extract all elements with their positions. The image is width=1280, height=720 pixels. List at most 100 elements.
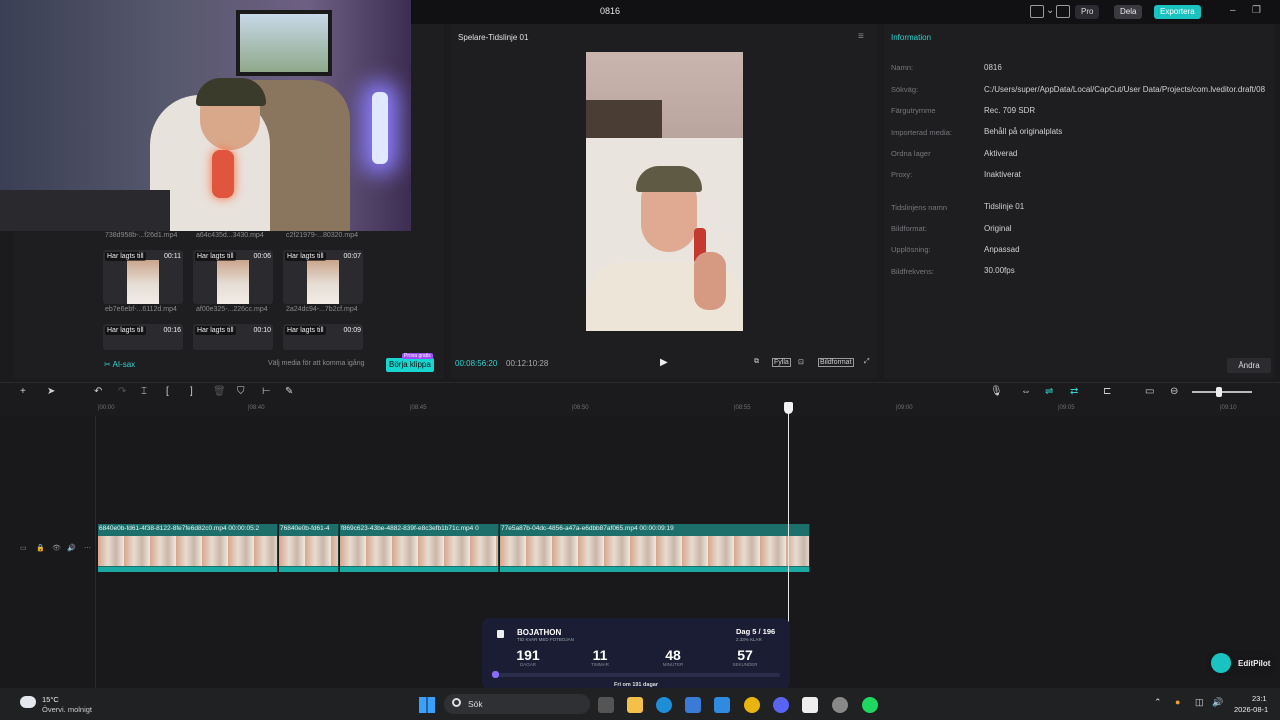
chrome-icon[interactable] xyxy=(744,697,760,713)
start-editing-button[interactable]: Börja klippa xyxy=(386,358,434,372)
preview-axis-icon[interactable]: ⊏ xyxy=(1103,386,1111,397)
mail-icon[interactable] xyxy=(714,697,730,713)
menu-icon[interactable]: ≡ xyxy=(858,31,864,42)
editpilot-label[interactable]: EditPilot xyxy=(1238,659,1270,668)
trim-right-icon[interactable]: ] xyxy=(190,386,193,397)
webcam-overlay xyxy=(0,0,411,231)
media-thumb[interactable]: Har lagts till 00:16 xyxy=(103,324,183,350)
hours-label: TIMMAR xyxy=(591,662,609,667)
cover-icon[interactable]: ▭ xyxy=(20,544,27,552)
shortcuts-icon[interactable] xyxy=(1056,5,1070,18)
info-value: 30.00fps xyxy=(984,266,1015,275)
zoom-slider-handle[interactable] xyxy=(1216,387,1222,397)
spotify-icon[interactable] xyxy=(862,697,878,713)
taskbar-search[interactable] xyxy=(444,694,590,714)
media-thumb[interactable]: Har lagts till 00:09 xyxy=(283,324,363,350)
task-view-icon[interactable] xyxy=(598,697,614,713)
temperature[interactable]: 15°C xyxy=(42,695,59,704)
zoom-slider[interactable] xyxy=(1192,391,1252,393)
search-icon xyxy=(452,698,461,707)
media-thumb[interactable]: Har lagts till 00:11 xyxy=(103,250,183,304)
day-counter: Dag 5 / 196 xyxy=(736,627,776,636)
more-icon[interactable]: ⋯ xyxy=(84,544,91,552)
info-value: Behåll på originalplats xyxy=(984,127,1063,136)
video-clip[interactable]: 6840e0b-fd61-4f38-8122-8fe7fe6d82c0.mp4 … xyxy=(98,524,278,572)
video-clip[interactable]: 77e5a87b-04dc-4856-a47a-e6dbb87af065.mp4… xyxy=(500,524,810,572)
ruler-tick: |09:00 xyxy=(896,405,913,411)
wifi-icon[interactable]: ◫ xyxy=(1195,697,1204,708)
track-header xyxy=(14,416,96,688)
playhead[interactable] xyxy=(788,402,789,628)
volume-icon[interactable]: 🔊 xyxy=(1212,697,1223,708)
layout-icon[interactable] xyxy=(1030,5,1044,18)
share-button[interactable]: Dela xyxy=(1114,5,1143,19)
capcut-icon[interactable] xyxy=(802,697,818,713)
magic-icon[interactable]: ✎ xyxy=(285,386,293,397)
chevron-down-icon[interactable]: ⌄ xyxy=(1046,5,1054,16)
info-label: Importerad media: xyxy=(891,128,952,137)
aspect-ratio-button[interactable]: Bildformat xyxy=(818,358,854,367)
speaker-icon[interactable]: 🔊 xyxy=(67,544,76,552)
undo-icon[interactable]: ↶ xyxy=(94,386,102,397)
export-button[interactable]: Exportera xyxy=(1154,5,1201,19)
mic-tray-icon[interactable]: ● xyxy=(1175,697,1180,707)
seconds-value: 57 xyxy=(737,647,753,663)
microphone-icon[interactable]: 🎙 xyxy=(990,386,1003,397)
crop-icon[interactable]: ⧉ xyxy=(754,358,759,366)
video-preview[interactable] xyxy=(586,52,743,331)
redo-icon[interactable]: ↷ xyxy=(118,386,126,397)
widget-title: BOJATHON xyxy=(517,628,562,637)
media-thumb[interactable]: Har lagts till 00:10 xyxy=(193,324,273,350)
media-thumb[interactable]: Har lagts till 00:07 xyxy=(283,250,363,304)
snap-icon[interactable]: ⇄ xyxy=(1070,386,1078,397)
widget-subtitle: TID KVAR MED FOTBOJAN xyxy=(517,637,574,642)
split-screen-icon[interactable]: ⊢ xyxy=(262,386,271,397)
zoom-out-icon[interactable]: ⊖ xyxy=(1170,386,1178,397)
windows-start-icon[interactable] xyxy=(419,697,435,713)
edge-icon[interactable] xyxy=(656,697,672,713)
video-clip[interactable]: 76840e0b-fd61-4 xyxy=(279,524,339,572)
playhead-handle[interactable] xyxy=(784,402,793,414)
info-label: Ordna lager xyxy=(891,149,931,158)
info-value: Anpassad xyxy=(984,245,1020,254)
media-filename: af00e325-...226cc.mp4 xyxy=(196,306,268,313)
select-tool-icon[interactable]: ➤ xyxy=(47,386,55,397)
weather-condition[interactable]: Övervi. molnigt xyxy=(42,705,92,714)
clock-date[interactable]: 2026-08-1 xyxy=(1234,705,1268,714)
video-clip[interactable]: f869c623-43be-4882-839f-e8c3efb1b71c.mp4… xyxy=(340,524,499,572)
timeline-ruler[interactable] xyxy=(96,402,1280,416)
fullscreen-icon[interactable]: ⤢ xyxy=(864,358,870,366)
discord-icon[interactable] xyxy=(773,697,789,713)
weather-icon[interactable] xyxy=(20,696,36,708)
app-icon[interactable] xyxy=(832,697,848,713)
media-filename: c2f21979-...80320.mp4 xyxy=(286,232,358,239)
percent-done: 2.33% KLAR xyxy=(736,637,762,642)
editpilot-icon[interactable] xyxy=(1211,653,1231,673)
media-thumb[interactable]: Har lagts till 00:06 xyxy=(193,250,273,304)
shield-icon[interactable]: ⛉ xyxy=(237,386,245,397)
ai-cut-button[interactable]: ✂ AI-sax xyxy=(104,360,135,369)
file-explorer-icon[interactable] xyxy=(627,697,643,713)
clock-time[interactable]: 23:1 xyxy=(1252,694,1267,703)
edit-button[interactable]: Ändra xyxy=(1227,358,1271,373)
store-icon[interactable] xyxy=(685,697,701,713)
fit-icon[interactable]: ▭ xyxy=(1145,386,1154,397)
maximize-icon[interactable]: ❐ xyxy=(1252,5,1261,16)
seconds-label: SEKUNDER xyxy=(732,662,758,667)
minimize-icon[interactable]: – xyxy=(1230,5,1236,16)
magnet-icon[interactable]: ⇌ xyxy=(1045,386,1053,397)
info-value: Tidslinje 01 xyxy=(984,202,1025,211)
snapshot-icon[interactable]: ⊡ xyxy=(798,358,804,366)
split-icon[interactable]: ⌶ xyxy=(141,386,147,397)
lock-icon[interactable]: 🔒 xyxy=(36,544,45,552)
delete-icon[interactable]: 🗑 xyxy=(213,386,226,397)
fill-button[interactable]: Fylla xyxy=(772,358,791,367)
eye-icon[interactable]: 👁 xyxy=(52,544,61,552)
trim-left-icon[interactable]: [ xyxy=(166,386,169,397)
pro-button[interactable]: Pro xyxy=(1075,5,1100,19)
capcut-window: 0816 ⌄ Pro Dela Exportera – ❐ 738d958b-.… xyxy=(0,0,1280,720)
link-icon[interactable]: ⇔ xyxy=(1021,386,1031,397)
chevron-up-icon[interactable]: ⌃ xyxy=(1154,697,1162,708)
add-icon[interactable]: + xyxy=(20,386,26,397)
play-icon[interactable]: ▶ xyxy=(660,357,668,368)
